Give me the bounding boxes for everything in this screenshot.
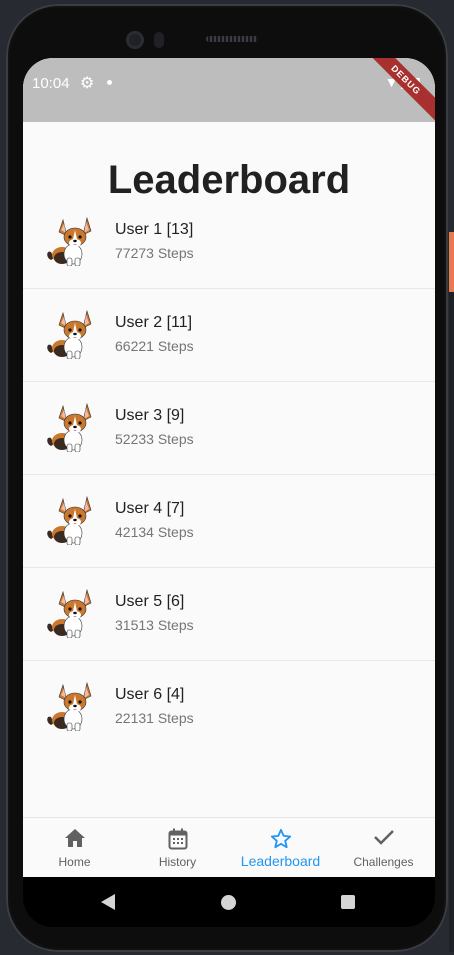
user-name: User 4 [7] [115,500,185,517]
nav-history[interactable]: History [126,818,229,878]
nav-challenges-label: Challenges [353,855,414,869]
notification-dot-icon [107,80,112,85]
user-steps: 52233 Steps [115,431,194,447]
home-circle-icon[interactable] [221,895,236,910]
list-item[interactable]: User 3 [9] 52233 Steps [23,382,435,475]
nav-history-label: History [158,855,197,869]
user-name: User 3 [9] [115,407,185,424]
star-icon [229,828,332,850]
list-item[interactable]: User 5 [6] 31513 Steps [23,568,435,661]
list-item[interactable]: User 2 [11] 66221 Steps [23,289,435,382]
user-name: User 5 [6] [115,593,185,610]
corgi-avatar-icon [46,310,92,359]
speaker-grille [206,36,258,42]
calendar-icon [126,828,229,850]
nav-home[interactable]: Home [23,818,126,878]
sensor-icon [154,32,164,48]
user-steps: 42134 Steps [115,524,194,540]
corgi-avatar-icon [46,217,92,266]
list-item[interactable]: User 1 [13] 77273 Steps [23,196,435,289]
debug-banner: DEBUG [361,58,435,125]
corgi-avatar-icon [46,682,92,731]
user-name: User 1 [13] [115,221,194,238]
corgi-avatar-icon [46,496,92,545]
user-steps: 22131 Steps [115,710,194,726]
gear-icon: ⚙ [80,75,95,92]
user-steps: 31513 Steps [115,617,194,633]
nav-leaderboard-label: Leaderboard [240,853,321,869]
camera-icon [126,31,144,49]
corgi-avatar-icon [46,589,92,638]
nav-home-label: Home [58,855,91,869]
corgi-avatar-icon [46,403,92,452]
nav-leaderboard[interactable]: Leaderboard [229,818,332,878]
status-bar: 10:04 ⚙ ▼◢▮ DEBUG [23,58,435,125]
list-item[interactable]: User 6 [4] 22131 Steps [23,661,435,753]
recent-apps-icon[interactable] [341,895,355,909]
nav-challenges[interactable]: Challenges [332,818,435,878]
leaderboard-list: User 1 [13] 77273 Steps User 2 [11] 6622… [23,196,435,753]
user-steps: 66221 Steps [115,338,194,354]
list-item[interactable]: User 4 [7] 42134 Steps [23,475,435,568]
background-accent [449,232,454,292]
system-navigation-bar [23,877,435,927]
check-icon [332,828,435,850]
user-name: User 2 [11] [115,314,193,331]
user-name: User 6 [4] [115,686,185,703]
app-screen: 10:04 ⚙ ▼◢▮ DEBUG Leaderboard User 1 [13… [23,58,435,898]
user-steps: 77273 Steps [115,245,194,261]
status-time: 10:04 [32,75,70,92]
background-panel [449,292,454,952]
back-icon[interactable] [101,894,115,910]
bottom-navigation: Home History Leaderboard Challenges [23,817,435,878]
home-icon [23,828,126,850]
